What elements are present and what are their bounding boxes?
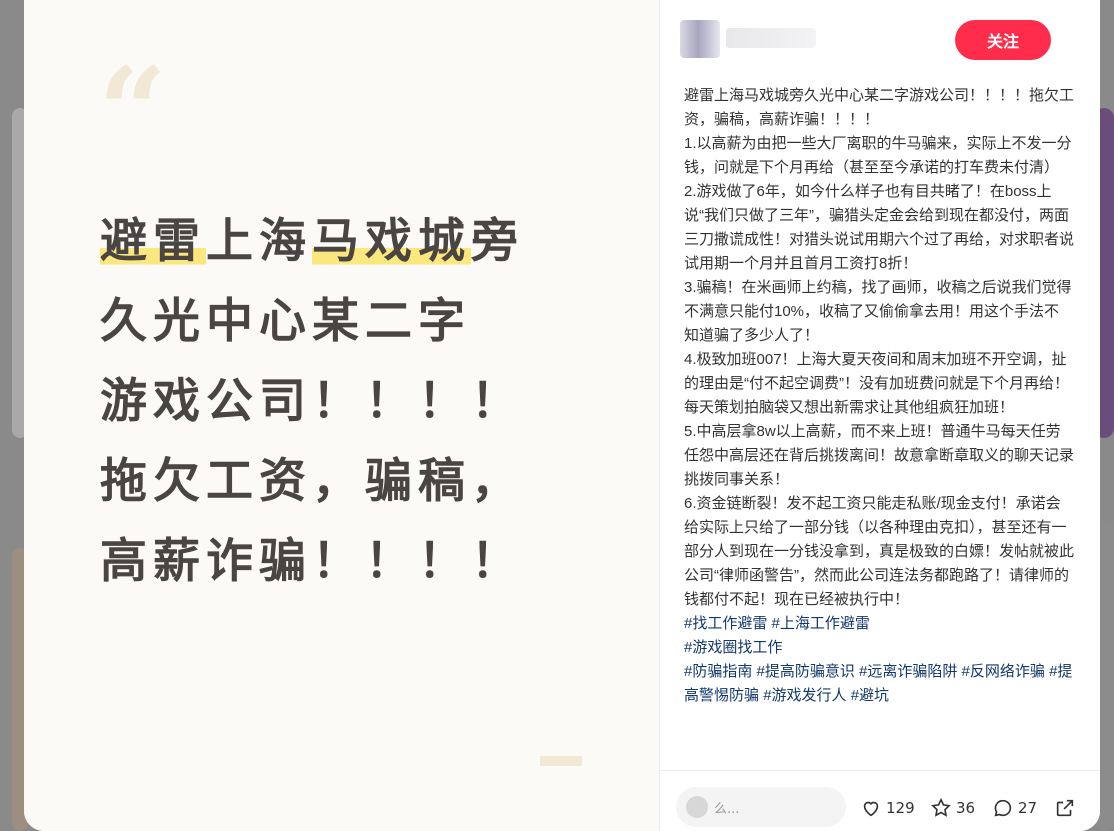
share-icon [1056, 799, 1074, 817]
note-paragraph: 6.资金链断裂！发不起工资只能走私账/现金支付！承诺会给实际上只给了一部分钱（以… [684, 495, 1075, 608]
poster-line: 高薪诈骗！！！！ [100, 522, 600, 602]
note-paragraph: 5.中高层拿8w以上高薪，而不来上班！普通牛马每天任劳任怨中高层还在背后挑拨离间… [684, 423, 1075, 488]
poster-text: 避雷上海马戏城旁 久光中心某二字 游戏公司！！！！ 拖欠工资，骗稿， 高薪诈骗！！！！ [100, 202, 600, 602]
hashtag-link[interactable]: #游戏发行人 [763, 687, 846, 704]
avatar[interactable] [680, 20, 720, 58]
poster-segment: 游戏公司！！！！ [100, 374, 524, 429]
comment-placeholder: 么... [714, 801, 740, 817]
note-image[interactable]: “ 避雷上海马戏城旁 久光中心某二字 游戏公司！！！！ 拖欠工资，骗稿， 高薪诈骗！！！… [24, 0, 660, 831]
poster-line: 避雷上海马戏城旁 [100, 202, 600, 282]
user-avatar [686, 796, 708, 818]
decorative-bar [540, 756, 582, 766]
star-icon [931, 797, 951, 817]
tag-row: #游戏圈找工作 [684, 636, 1074, 660]
note-content: 避雷上海马戏城旁久光中心某二字游戏公司！！！！拖欠工资，骗稿，高薪诈骗！！！！ 1… [684, 84, 1074, 708]
poster-highlight: 避雷 [100, 214, 206, 269]
like-count: 129 [886, 799, 915, 817]
hashtag-link[interactable]: #反网络诈骗 [962, 663, 1045, 680]
hashtag-link[interactable]: #提高防骗意识 [757, 663, 855, 680]
poster-line: 久光中心某二字 [100, 282, 600, 362]
collect-count: 36 [956, 799, 976, 817]
hashtag-link[interactable]: #防骗指南 [684, 663, 752, 680]
comment-button[interactable]: 27 [992, 797, 1037, 819]
hashtag-link[interactable]: #找工作避雷 [684, 615, 767, 632]
poster-segment: 高薪诈骗！！！！ [100, 534, 524, 589]
poster-segment: 拖欠工资，骗稿， [100, 454, 524, 509]
tag-row: #找工作避雷 #上海工作避雷 [684, 612, 1074, 636]
follow-button[interactable]: 关注 [955, 20, 1051, 60]
comment-count: 27 [1018, 799, 1038, 817]
poster-segment: 上海 [206, 214, 312, 269]
collect-button[interactable]: 36 [930, 797, 975, 819]
poster-line: 游戏公司！！！！ [100, 362, 600, 442]
note-side-panel: 避雷上海马戏城旁久光中心某二字游戏公司！！！！拖欠工资，骗稿，高薪诈骗！！！！ 1… [660, 0, 1100, 831]
share-button[interactable] [1054, 797, 1080, 819]
note-paragraph: 1.以高薪为由把一些大厂离职的牛马骗来，实际上不发一分钱，问就是下个月再给（甚至… [684, 135, 1072, 176]
note-tags: #找工作避雷 #上海工作避雷 #游戏圈找工作 #防骗指南 #提高防骗意识 #远离诈骗… [684, 612, 1074, 708]
author-name[interactable] [726, 28, 816, 48]
note-paragraph: 避雷上海马戏城旁久光中心某二字游戏公司！！！！拖欠工资，骗稿，高薪诈骗！！！！ [684, 87, 1075, 128]
poster-highlight: 马戏城 [312, 214, 471, 269]
heart-icon [863, 801, 879, 817]
note-paragraph: 2.游戏做了6年，如今什么样子也有目共睹了！在boss上说“我们只做了三年”，骗… [684, 183, 1075, 272]
note-paragraphs: 避雷上海马戏城旁久光中心某二字游戏公司！！！！拖欠工资，骗稿，高薪诈骗！！！！ 1… [684, 84, 1074, 612]
hashtag-link[interactable]: #上海工作避雷 [772, 615, 870, 632]
poster-segment: 旁 [471, 214, 524, 269]
comment-input[interactable]: 么... [676, 787, 846, 827]
poster-line: 拖欠工资，骗稿， [100, 442, 600, 522]
engage-bar: 么... 129 36 27 [660, 770, 1100, 831]
quote-mark-icon: “ [98, 41, 168, 182]
like-button[interactable]: 129 [860, 797, 915, 819]
chat-bubble-icon [994, 799, 1012, 817]
tag-row: #防骗指南 #提高防骗意识 #远离诈骗陷阱 #反网络诈骗 #提高警惕防骗 #游戏… [684, 660, 1074, 708]
hashtag-link[interactable]: #避坑 [851, 687, 889, 704]
poster-segment: 久光中心某二字 [100, 294, 471, 349]
hashtag-link[interactable]: #远离诈骗陷阱 [859, 663, 957, 680]
note-detail-modal: “ 避雷上海马戏城旁 久光中心某二字 游戏公司！！！！ 拖欠工资，骗稿， 高薪诈骗！！！… [24, 0, 1100, 831]
hashtag-link[interactable]: #游戏圈找工作 [684, 639, 782, 656]
note-paragraph: 4.极致加班007！上海大夏天夜间和周末加班不开空调，扯的理由是“付不起空调费”… [684, 351, 1069, 416]
note-paragraph: 3.骗稿！在米画师上约稿，找了画师，收稿之后说我们觉得不满意只能付10%，收稿了… [684, 279, 1072, 344]
